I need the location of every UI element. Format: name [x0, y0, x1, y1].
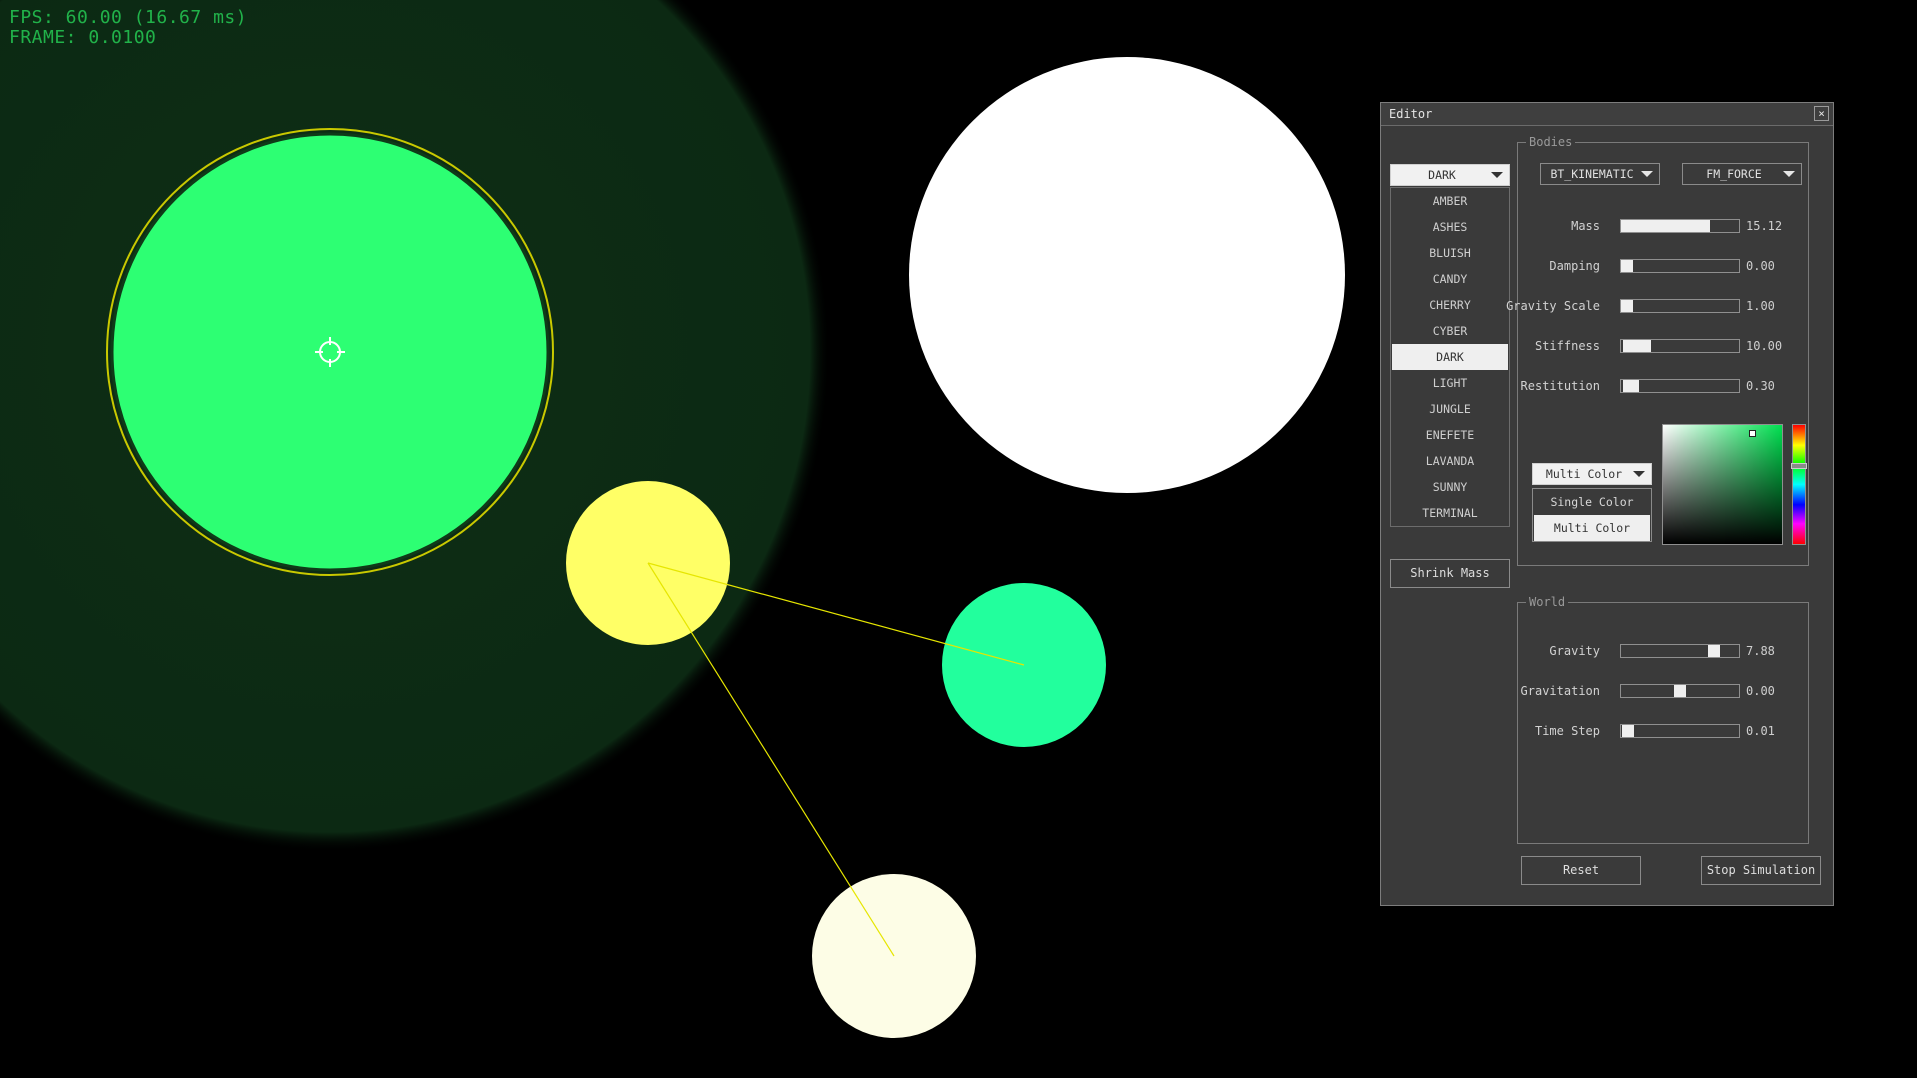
slider-value: 10.00 [1746, 339, 1783, 353]
slider-knob[interactable] [1708, 645, 1720, 657]
editor-title: Editor [1389, 107, 1433, 121]
color-picker-cursor[interactable] [1749, 430, 1756, 437]
theme-dropdown[interactable]: DARK [1390, 164, 1510, 186]
body-green[interactable] [110, 132, 550, 572]
theme-item-enefete[interactable]: ENEFETE [1391, 422, 1509, 448]
slider-value: 0.01 [1746, 724, 1775, 738]
world-group-label: World [1526, 595, 1569, 609]
slider-knob[interactable] [1674, 685, 1686, 697]
theme-item-ashes[interactable]: ASHES [1391, 214, 1509, 240]
force-mode-dropdown[interactable]: FM_FORCE [1682, 163, 1802, 185]
chevron-down-icon [1641, 171, 1653, 177]
theme-item-bluish[interactable]: BLUISH [1391, 240, 1509, 266]
frame-counter: FRAME: 0.0100 [9, 27, 157, 48]
slider-restitution: Restitution 0.30 [1518, 378, 1808, 394]
spring-line [647, 562, 895, 957]
slider-label: Mass [1571, 219, 1600, 233]
theme-item-candy[interactable]: CANDY [1391, 266, 1509, 292]
theme-item-cherry[interactable]: CHERRY [1391, 292, 1509, 318]
color-option-single[interactable]: Single Color [1533, 489, 1651, 515]
slider-value: 7.88 [1746, 644, 1775, 658]
slider-value: 15.12 [1746, 219, 1783, 233]
chevron-down-icon [1633, 471, 1645, 477]
slider-value: 0.00 [1746, 259, 1775, 273]
slider-value: 0.30 [1746, 379, 1775, 393]
slider-label: Restitution [1520, 379, 1600, 393]
chevron-down-icon [1783, 171, 1795, 177]
slider-track[interactable] [1620, 259, 1740, 273]
editor-titlebar[interactable]: Editor × [1381, 103, 1833, 126]
reset-button[interactable]: Reset [1521, 856, 1641, 885]
slider-label: Stiffness [1534, 339, 1600, 353]
slider-value: 0.00 [1746, 684, 1775, 698]
editor-window: Editor × DARK AMBER ASHES BLUISH CANDY CHERR… [1380, 102, 1834, 906]
slider-gravitation: Gravitation 0.00 [1518, 683, 1808, 699]
fps-counter: FPS: 60.00 (16.67 ms) [9, 7, 248, 28]
color-option-multi[interactable]: Multi Color [1534, 515, 1650, 541]
slider-label: Gravity Scale [1506, 299, 1600, 313]
slider-mass: Mass 15.12 [1518, 218, 1808, 234]
body-type-value: BT_KINEMATIC [1550, 167, 1634, 181]
color-mode-dropdown[interactable]: Multi Color [1532, 463, 1652, 485]
slider-gravity: Gravity 7.88 [1518, 643, 1808, 659]
theme-item-terminal[interactable]: TERMINAL [1391, 500, 1509, 526]
shrink-mass-button[interactable]: Shrink Mass [1390, 559, 1510, 588]
force-mode-value: FM_FORCE [1706, 167, 1762, 181]
slider-stiffness: Stiffness 10.00 [1518, 338, 1808, 354]
slider-time-step: Time Step 0.01 [1518, 723, 1808, 739]
hue-slider[interactable] [1791, 424, 1807, 545]
theme-item-lavanda[interactable]: LAVANDA [1391, 448, 1509, 474]
stop-simulation-button[interactable]: Stop Simulation [1701, 856, 1821, 885]
slider-track[interactable] [1620, 684, 1740, 698]
slider-knob[interactable] [1623, 340, 1651, 352]
color-picker[interactable] [1662, 424, 1783, 545]
slider-damping: Damping 0.00 [1518, 258, 1808, 274]
slider-fill [1621, 220, 1710, 232]
slider-label: Gravitation [1520, 684, 1600, 698]
close-icon[interactable]: × [1814, 106, 1829, 121]
slider-value: 1.00 [1746, 299, 1775, 313]
slider-gravity-scale: Gravity Scale 1.00 [1506, 298, 1808, 314]
body-white[interactable] [909, 57, 1345, 493]
hue-slider-knob[interactable] [1791, 463, 1807, 469]
slider-track[interactable] [1620, 644, 1740, 658]
slider-label: Time Step [1534, 724, 1600, 738]
slider-knob[interactable] [1623, 380, 1639, 392]
slider-knob[interactable] [1621, 300, 1633, 312]
slider-track[interactable] [1620, 379, 1740, 393]
slider-track[interactable] [1620, 299, 1740, 313]
color-mode-options: Single Color Multi Color [1532, 488, 1652, 542]
slider-label: Gravity [1549, 644, 1600, 658]
theme-dropdown-value: DARK [1428, 168, 1456, 182]
theme-item-amber[interactable]: AMBER [1391, 188, 1509, 214]
slider-knob[interactable] [1622, 725, 1634, 737]
theme-list: AMBER ASHES BLUISH CANDY CHERRY CYBER DARK LIGH… [1390, 187, 1510, 527]
body-type-dropdown[interactable]: BT_KINEMATIC [1540, 163, 1660, 185]
slider-track[interactable] [1620, 339, 1740, 353]
bodies-group-label: Bodies [1526, 135, 1576, 149]
slider-label: Damping [1549, 259, 1600, 273]
theme-item-cyber[interactable]: CYBER [1391, 318, 1509, 344]
theme-item-sunny[interactable]: SUNNY [1391, 474, 1509, 500]
color-mode-value: Multi Color [1545, 467, 1623, 481]
chevron-down-icon [1491, 172, 1503, 178]
slider-knob[interactable] [1621, 260, 1633, 272]
slider-track[interactable] [1620, 219, 1740, 233]
bodies-group: Bodies BT_KINEMATIC FM_FORCE Mass 15.12 Da… [1506, 135, 1809, 566]
theme-item-jungle[interactable]: JUNGLE [1391, 396, 1509, 422]
theme-item-light[interactable]: LIGHT [1391, 370, 1509, 396]
slider-track[interactable] [1620, 724, 1740, 738]
world-group: World Gravity 7.88 Gravitation 0.00 Time Ste… [1517, 595, 1809, 844]
theme-item-dark[interactable]: DARK [1392, 344, 1508, 370]
